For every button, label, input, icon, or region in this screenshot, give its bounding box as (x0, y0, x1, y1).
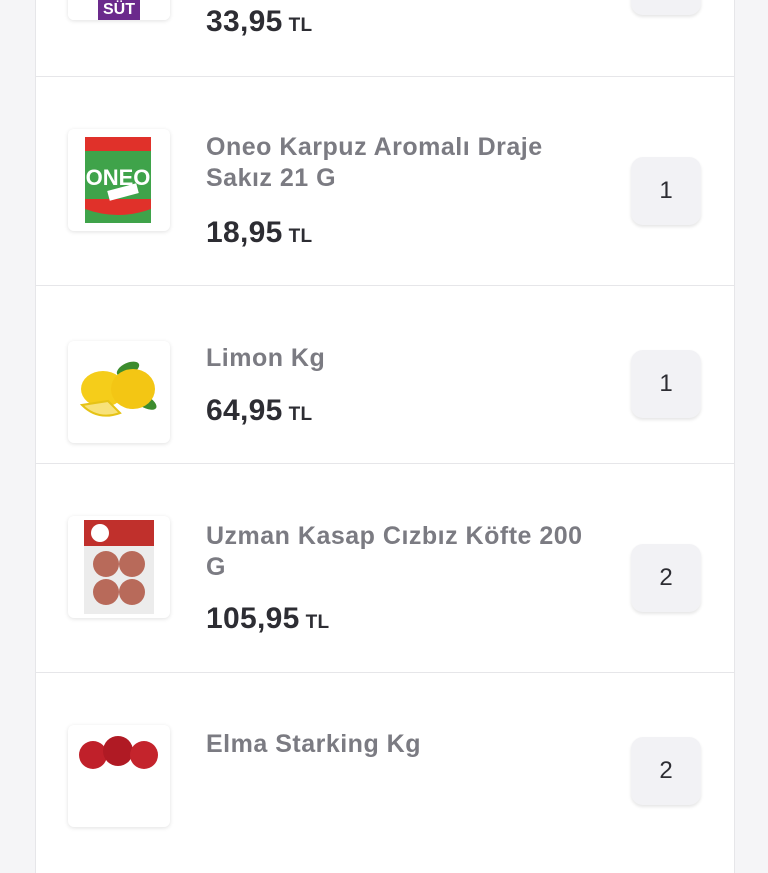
cart-item[interactable]: SÜT 33,95 TL (36, 0, 734, 77)
quantity-button[interactable] (631, 0, 701, 15)
product-price: 64,95 TL (206, 394, 313, 427)
cart-item[interactable]: Uzman Kasap Cızbız Köfte 200 G 105,95 TL … (36, 464, 734, 673)
product-image-milk[interactable]: SÜT (68, 0, 170, 20)
product-image-kofte[interactable] (68, 516, 170, 618)
product-price: 18,95 TL (206, 216, 313, 249)
product-image-oneo[interactable]: ONEO (68, 129, 170, 231)
product-name: Uzman Kasap Cızbız Köfte 200 G (206, 522, 583, 581)
product-name: Elma Starking Kg (206, 730, 421, 758)
quantity-button[interactable]: 1 (631, 157, 701, 225)
product-name: Oneo Karpuz Aromalı Draje Sakız 21 G (206, 133, 543, 192)
svg-text:SÜT: SÜT (103, 0, 135, 18)
cart-item[interactable]: ONEO Oneo Karpuz Aromalı Draje Sakız 21 … (36, 77, 734, 286)
svg-text:ONEO: ONEO (86, 165, 151, 190)
product-name: Limon Kg (206, 344, 326, 372)
quantity-button[interactable]: 1 (631, 350, 701, 418)
cart-product-list: SÜT 33,95 TL ONEO Oneo Karpuz Aromalı Dra… (35, 0, 735, 873)
product-image-apple[interactable] (68, 725, 170, 827)
cart-item[interactable]: Limon Kg 64,95 TL 1 (36, 286, 734, 464)
quantity-button[interactable]: 2 (631, 544, 701, 612)
cart-item[interactable]: Elma Starking Kg 2 (36, 673, 734, 873)
quantity-button[interactable]: 2 (631, 737, 701, 805)
product-price: 33,95 TL (206, 5, 313, 38)
product-price: 105,95 TL (206, 602, 330, 635)
product-image-lemon[interactable] (68, 341, 170, 443)
